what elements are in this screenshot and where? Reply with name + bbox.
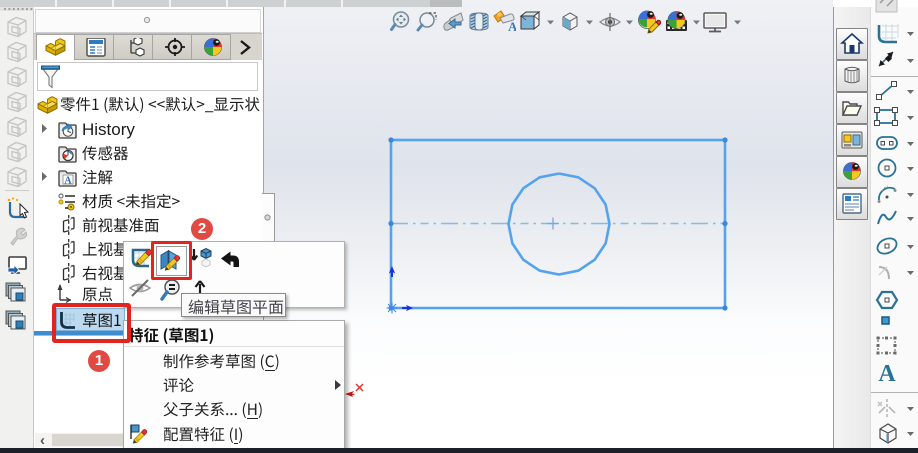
svg-text:A: A <box>64 176 72 187</box>
svg-text:A: A <box>508 19 516 34</box>
svg-text:A: A <box>878 361 896 387</box>
